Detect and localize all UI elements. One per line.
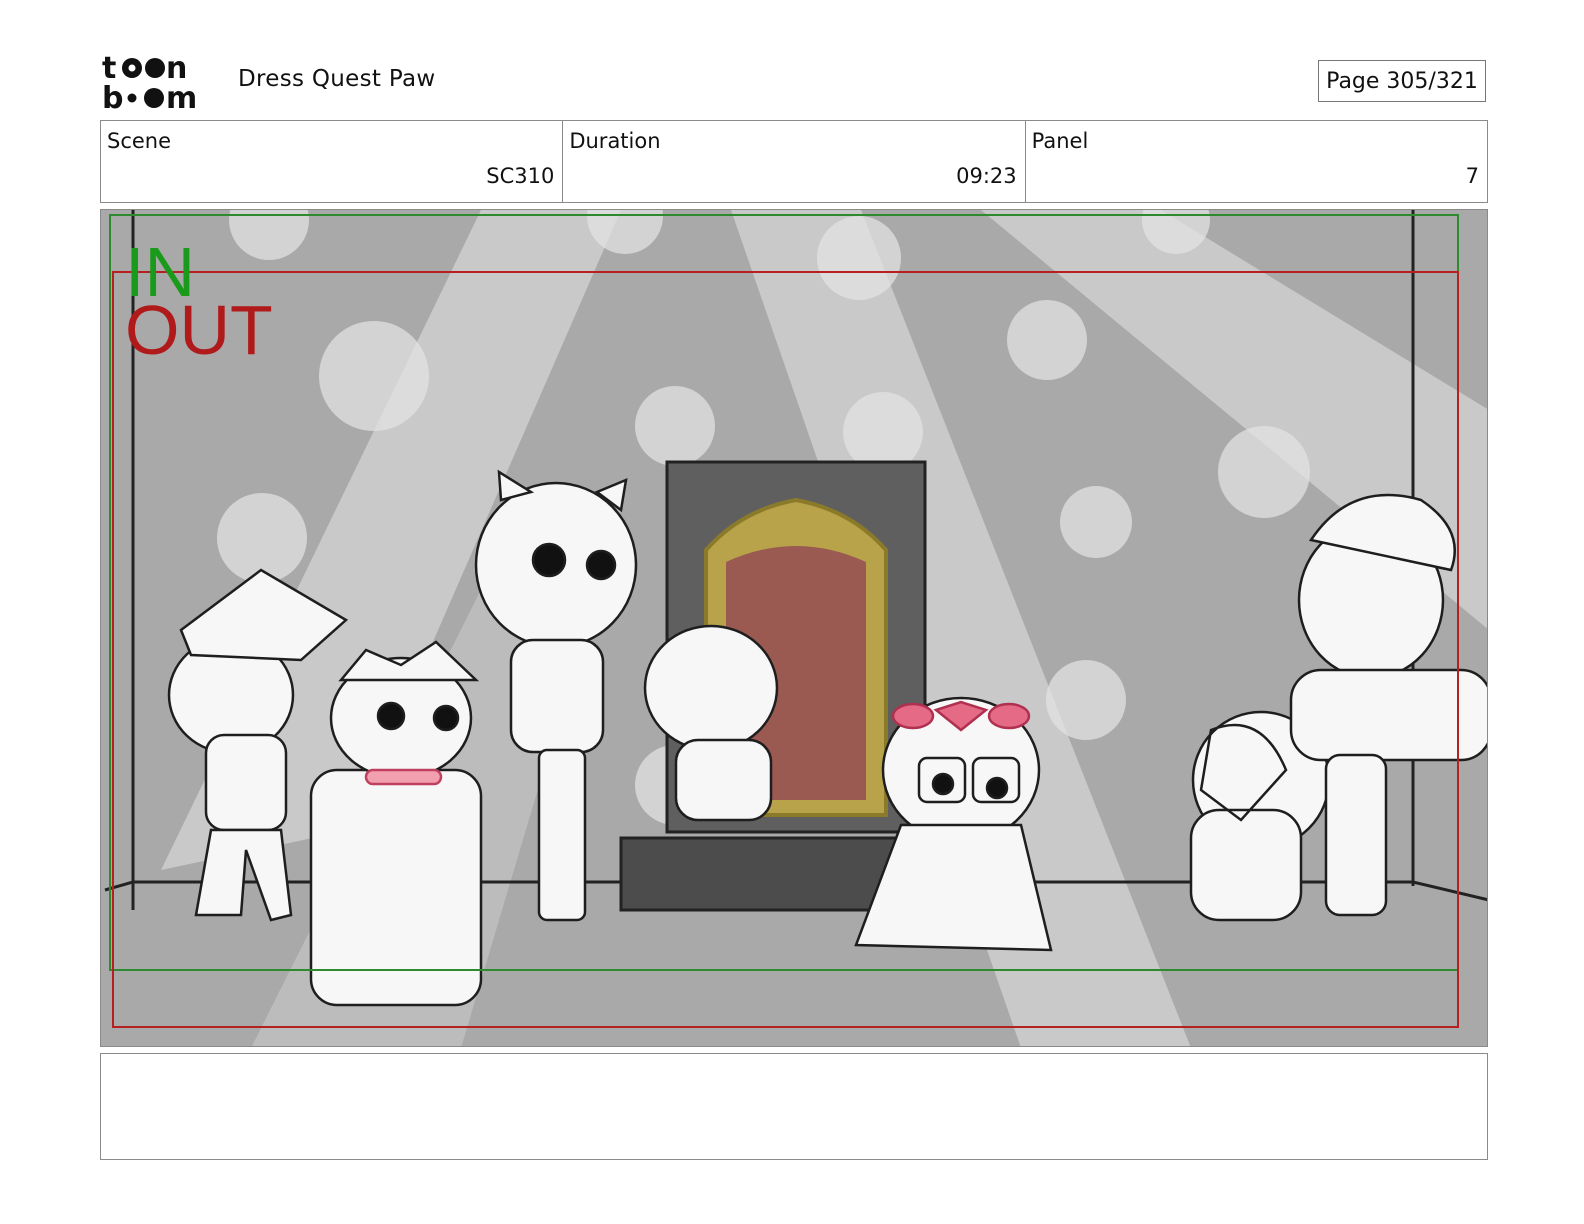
panel-value: 7 <box>1465 164 1479 188</box>
panel-notes-box <box>100 1053 1488 1160</box>
scene-cell: Scene SC310 <box>101 121 564 202</box>
info-table: Scene SC310 Duration 09:23 Panel 7 <box>100 120 1488 203</box>
scene-label: Scene <box>107 129 172 153</box>
toon-boom-logo: t n b m <box>102 51 197 112</box>
storyboard-panel: IN OUT <box>100 209 1488 1047</box>
project-title: Dress Quest Paw <box>238 66 436 92</box>
duration-cell: Duration 09:23 <box>563 121 1026 202</box>
duration-label: Duration <box>569 129 661 153</box>
page-indicator: Page 305/321 <box>1318 60 1486 102</box>
panel-label: Panel <box>1031 129 1089 153</box>
panel-illustration: IN OUT <box>101 210 1487 1046</box>
duration-value: 09:23 <box>956 164 1017 188</box>
panel-cell: Panel 7 <box>1026 121 1487 202</box>
scene-value: SC310 <box>486 164 555 188</box>
svg-text:b: b <box>102 81 123 112</box>
svg-text:m: m <box>166 81 197 112</box>
out-label: OUT <box>125 291 273 369</box>
